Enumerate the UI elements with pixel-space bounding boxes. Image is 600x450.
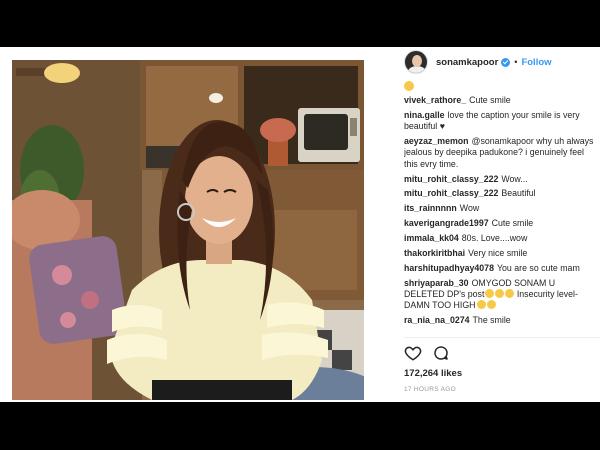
separator-dot: • <box>514 57 518 67</box>
comment-item: aeyzaz_memon @sonamkapoor why uh always j… <box>404 136 596 170</box>
comment-username[interactable]: shriyaparab_30 <box>404 278 469 288</box>
comment-username[interactable]: ra_nia_na_0274 <box>404 315 470 325</box>
comment-username[interactable]: immala_kk04 <box>404 233 459 243</box>
comment-item: harshitupadhyay4078 You are so cute mam <box>404 263 596 274</box>
comment-text: The smile <box>472 315 511 326</box>
comment-text: Cute smile <box>469 95 511 105</box>
emoji-icon <box>486 300 496 310</box>
likes-count[interactable]: 172,264 likes <box>404 368 462 379</box>
comment-username[interactable]: its_rainnnnn <box>404 203 457 213</box>
comment-item: vivek_rathore_ Cute smile <box>404 95 596 106</box>
letterbox-top <box>0 0 600 47</box>
smile-emoji-icon <box>404 81 414 91</box>
comment-icon[interactable] <box>432 344 450 362</box>
comment-username[interactable]: mitu_rohit_classy_222 <box>404 174 498 184</box>
comment-text: 80s. Love....wow <box>461 233 528 244</box>
comment-item: thakorkiritbhai Very nice smile <box>404 248 596 259</box>
comment-item: ra_nia_na_0274 The smile <box>404 315 596 326</box>
emoji-icon <box>476 300 486 310</box>
comment-text: Wow... <box>501 173 528 184</box>
verified-badge-icon <box>501 57 511 67</box>
post-timestamp: 17 HOURS AGO <box>404 386 457 393</box>
heart-icon[interactable] <box>404 344 422 362</box>
comment-username[interactable]: mitu_rohit_classy_222 <box>404 188 498 198</box>
comment-username[interactable]: nina.galle <box>404 110 445 120</box>
comment-item: mitu_rohit_classy_222 Beautiful <box>404 188 596 199</box>
comment-username[interactable]: kaverigangrade1997 <box>404 218 489 228</box>
comment-text: Wow <box>459 203 480 214</box>
comment-username[interactable]: harshitupadhyay4078 <box>404 263 494 273</box>
letterbox-bottom <box>0 402 600 450</box>
comment-text: Very nice smile <box>468 248 528 259</box>
comment-text: Cute smile <box>491 218 534 229</box>
action-bar <box>404 344 460 362</box>
comment-text: Beautiful <box>501 188 536 199</box>
follow-button[interactable]: Follow <box>521 57 551 68</box>
comment-item: nina.galle love the caption your smile is… <box>404 110 596 133</box>
divider <box>404 337 600 338</box>
comment-username[interactable]: thakorkiritbhai <box>404 248 465 258</box>
comment-item: shriyaparab_30 OMYGOD SONAM U DELETED DP'… <box>404 278 596 312</box>
emoji-icon <box>485 289 495 299</box>
post-photo[interactable] <box>12 60 364 400</box>
avatar[interactable] <box>404 50 428 74</box>
comment-text: You are so cute mam <box>496 262 580 273</box>
instagram-post: sonamkapoor • Follow vivek_rathore_ Cute … <box>0 47 600 402</box>
comment-item: immala_kk04 80s. Love....wow <box>404 233 596 244</box>
photo-illustration <box>12 60 364 400</box>
username-link[interactable]: sonamkapoor <box>436 57 498 68</box>
emoji-icon <box>495 289 505 299</box>
post-sidebar: sonamkapoor • Follow vivek_rathore_ Cute … <box>374 47 600 402</box>
comment-item: mitu_rohit_classy_222 Wow... <box>404 174 596 185</box>
comment-username[interactable]: aeyzaz_memon <box>404 136 469 146</box>
comment-item: kaverigangrade1997 Cute smile <box>404 218 596 229</box>
comments-list[interactable]: vivek_rathore_ Cute smile nina.galle love t… <box>404 81 596 333</box>
comment-username[interactable]: vivek_rathore_ <box>404 95 466 105</box>
post-header: sonamkapoor • Follow <box>404 49 552 75</box>
comment-item: its_rainnnnn Wow <box>404 203 596 214</box>
